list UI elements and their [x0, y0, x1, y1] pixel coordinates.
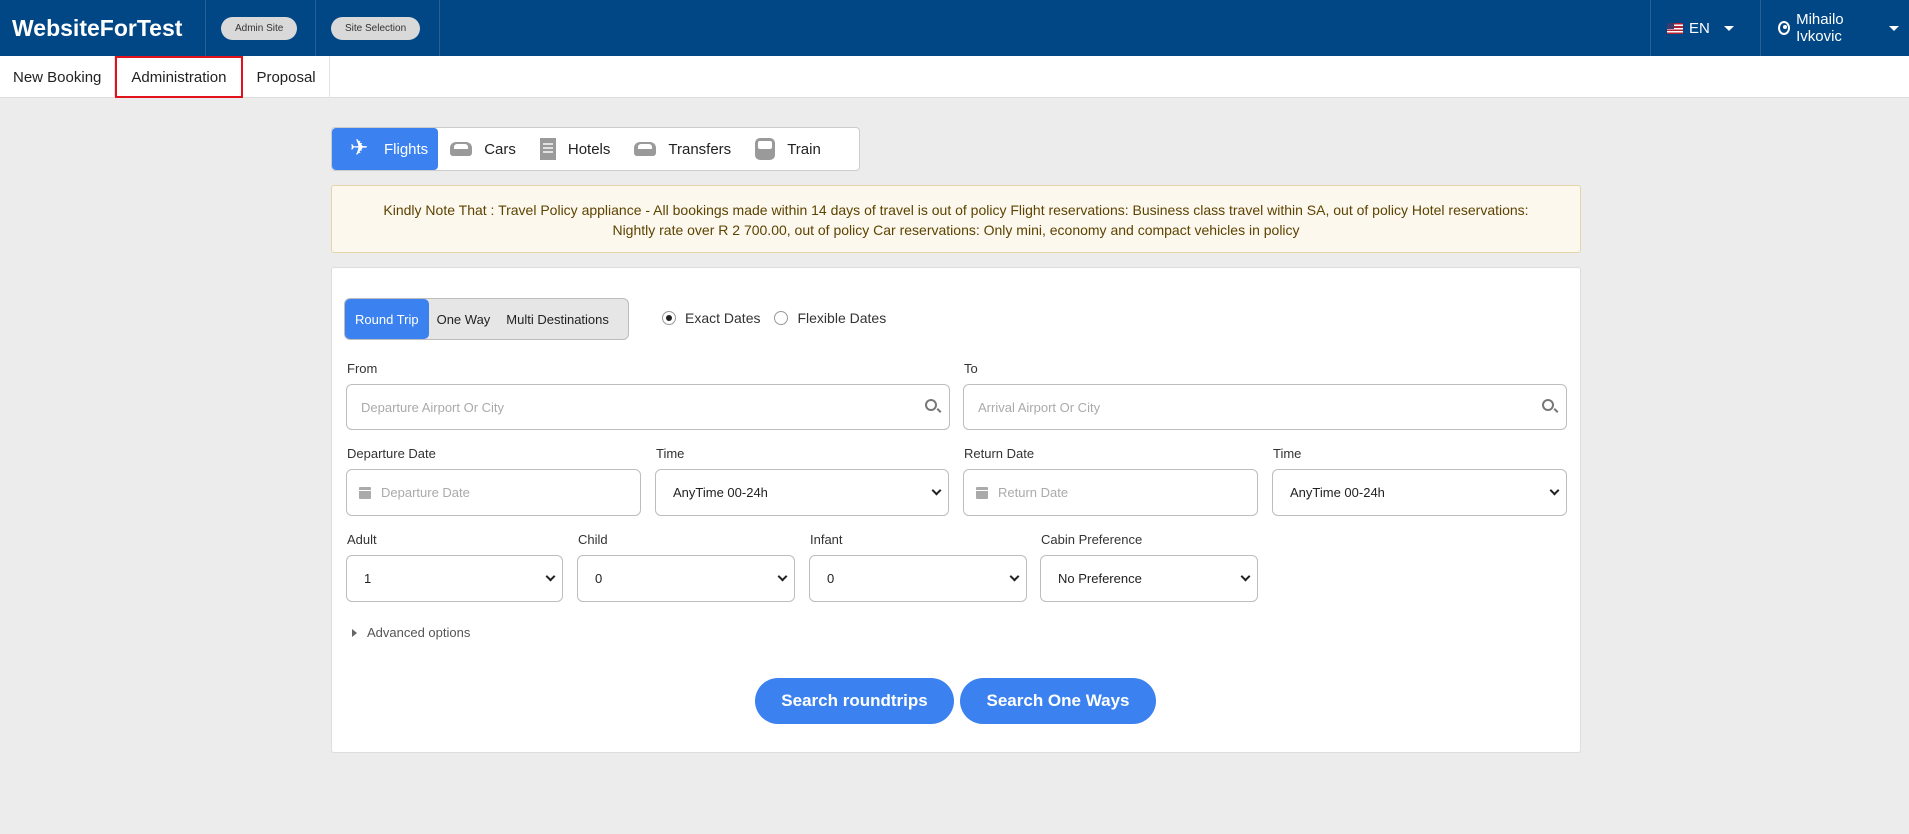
round-trip-button[interactable]: Round Trip [345, 299, 429, 339]
tab-cars[interactable]: Cars [438, 128, 528, 170]
to-label: To [964, 361, 978, 376]
infant-label: Infant [810, 532, 843, 547]
exact-dates-label: Exact Dates [685, 310, 761, 326]
return-date-placeholder: Return Date [998, 485, 1069, 500]
adult-select[interactable]: 1 [346, 555, 563, 602]
infant-select[interactable]: 0 [809, 555, 1027, 602]
cabin-value: No Preference [1058, 571, 1142, 586]
chevron-down-icon [1889, 25, 1899, 31]
return-date-input[interactable]: Return Date [963, 469, 1258, 516]
hotel-icon [539, 138, 556, 160]
infant-value: 0 [827, 571, 835, 586]
admin-site-button[interactable]: Admin Site [221, 16, 298, 40]
sub-navigation: New Booking Administration Proposal [0, 56, 1909, 98]
return-time-label: Time [1273, 446, 1302, 461]
cabin-select[interactable]: No Preference [1040, 555, 1258, 602]
train-icon [755, 138, 776, 160]
return-time-value: AnyTime 00-24h [1290, 485, 1385, 500]
departure-date-input[interactable]: Departure Date [346, 469, 641, 516]
exact-dates-radio[interactable] [662, 311, 676, 325]
from-input[interactable]: Departure Airport Or City [346, 384, 950, 430]
plane-icon [350, 140, 372, 158]
admin-site-wrap: Admin Site [206, 0, 316, 56]
us-flag-icon [1667, 22, 1683, 34]
return-time-select[interactable]: AnyTime 00-24h [1272, 469, 1567, 516]
calendar-icon [976, 486, 988, 499]
search-roundtrips-button[interactable]: Search roundtrips [755, 678, 954, 724]
tab-transfers[interactable]: Transfers [622, 128, 743, 170]
tab-label: Hotels [567, 140, 611, 158]
chevron-down-icon [777, 571, 788, 582]
tab-train[interactable]: Train [743, 128, 833, 170]
transfer-icon [634, 142, 657, 156]
user-menu[interactable]: Mihailo Ivkovic [1760, 0, 1909, 56]
tab-flights[interactable]: Flights [332, 128, 439, 170]
caret-right-icon [352, 628, 357, 637]
calendar-icon [359, 486, 371, 499]
cabin-label: Cabin Preference [1041, 532, 1143, 547]
nav-administration[interactable]: Administration [115, 56, 244, 98]
user-name: Mihailo Ivkovic [1796, 11, 1844, 45]
advanced-options-label: Advanced options [367, 625, 471, 640]
child-select[interactable]: 0 [577, 555, 795, 602]
search-icon [1542, 399, 1554, 411]
nav-proposal[interactable]: Proposal [243, 56, 330, 98]
date-mode-group: Exact Dates Flexible Dates [662, 310, 900, 326]
chevron-down-icon [931, 485, 942, 496]
brand-logo[interactable]: WebsiteForTest [0, 0, 206, 56]
language-selector[interactable]: EN [1650, 0, 1760, 56]
chevron-down-icon [1549, 485, 1560, 496]
search-icon [925, 399, 937, 411]
flexible-dates-radio[interactable] [774, 311, 789, 325]
chevron-down-icon [1240, 571, 1251, 582]
advanced-options-toggle[interactable]: Advanced options [352, 625, 470, 640]
product-tabs: Flights Cars Hotels Transfers Train [331, 127, 860, 171]
car-icon [450, 142, 473, 156]
search-one-ways-button[interactable]: Search One Ways [960, 678, 1156, 724]
from-placeholder: Departure Airport Or City [361, 399, 505, 415]
chevron-down-icon [1009, 571, 1020, 582]
departure-date-label: Departure Date [347, 446, 436, 461]
tab-hotels[interactable]: Hotels [528, 128, 623, 170]
return-date-label: Return Date [964, 446, 1035, 461]
flight-search-form: Round Trip One Way Multi Destinations Ex… [331, 267, 1581, 753]
multi-destinations-button[interactable]: Multi Destinations [498, 299, 617, 339]
departure-time-label: Time [656, 446, 685, 461]
departure-time-select[interactable]: AnyTime 00-24h [655, 469, 949, 516]
departure-time-value: AnyTime 00-24h [673, 485, 768, 500]
chevron-down-icon [1723, 25, 1734, 31]
site-selection-button[interactable]: Site Selection [331, 16, 421, 40]
travel-policy-notice: Kindly Note That : Travel Policy applian… [331, 185, 1581, 253]
top-bar: WebsiteForTest Admin Site Site Selection… [0, 0, 1909, 56]
tab-label: Flights [384, 140, 429, 158]
site-selection-wrap: Site Selection [316, 0, 440, 56]
tab-label: Train [787, 140, 821, 158]
one-way-button[interactable]: One Way [429, 299, 499, 339]
chevron-down-icon [545, 571, 556, 582]
departure-date-placeholder: Departure Date [381, 485, 470, 500]
child-value: 0 [595, 571, 603, 586]
to-placeholder: Arrival Airport Or City [978, 399, 1101, 415]
nav-new-booking[interactable]: New Booking [0, 56, 116, 98]
tab-label: Cars [484, 140, 516, 158]
from-label: From [347, 361, 378, 376]
child-label: Child [578, 532, 608, 547]
flexible-dates-label: Flexible Dates [797, 310, 887, 326]
trip-type-selector: Round Trip One Way Multi Destinations [344, 298, 629, 340]
tab-label: Transfers [668, 140, 732, 158]
adult-value: 1 [364, 571, 372, 586]
language-label: EN [1689, 19, 1710, 37]
adult-label: Adult [347, 532, 377, 547]
to-input[interactable]: Arrival Airport Or City [963, 384, 1567, 430]
user-circle-icon [1778, 21, 1791, 35]
